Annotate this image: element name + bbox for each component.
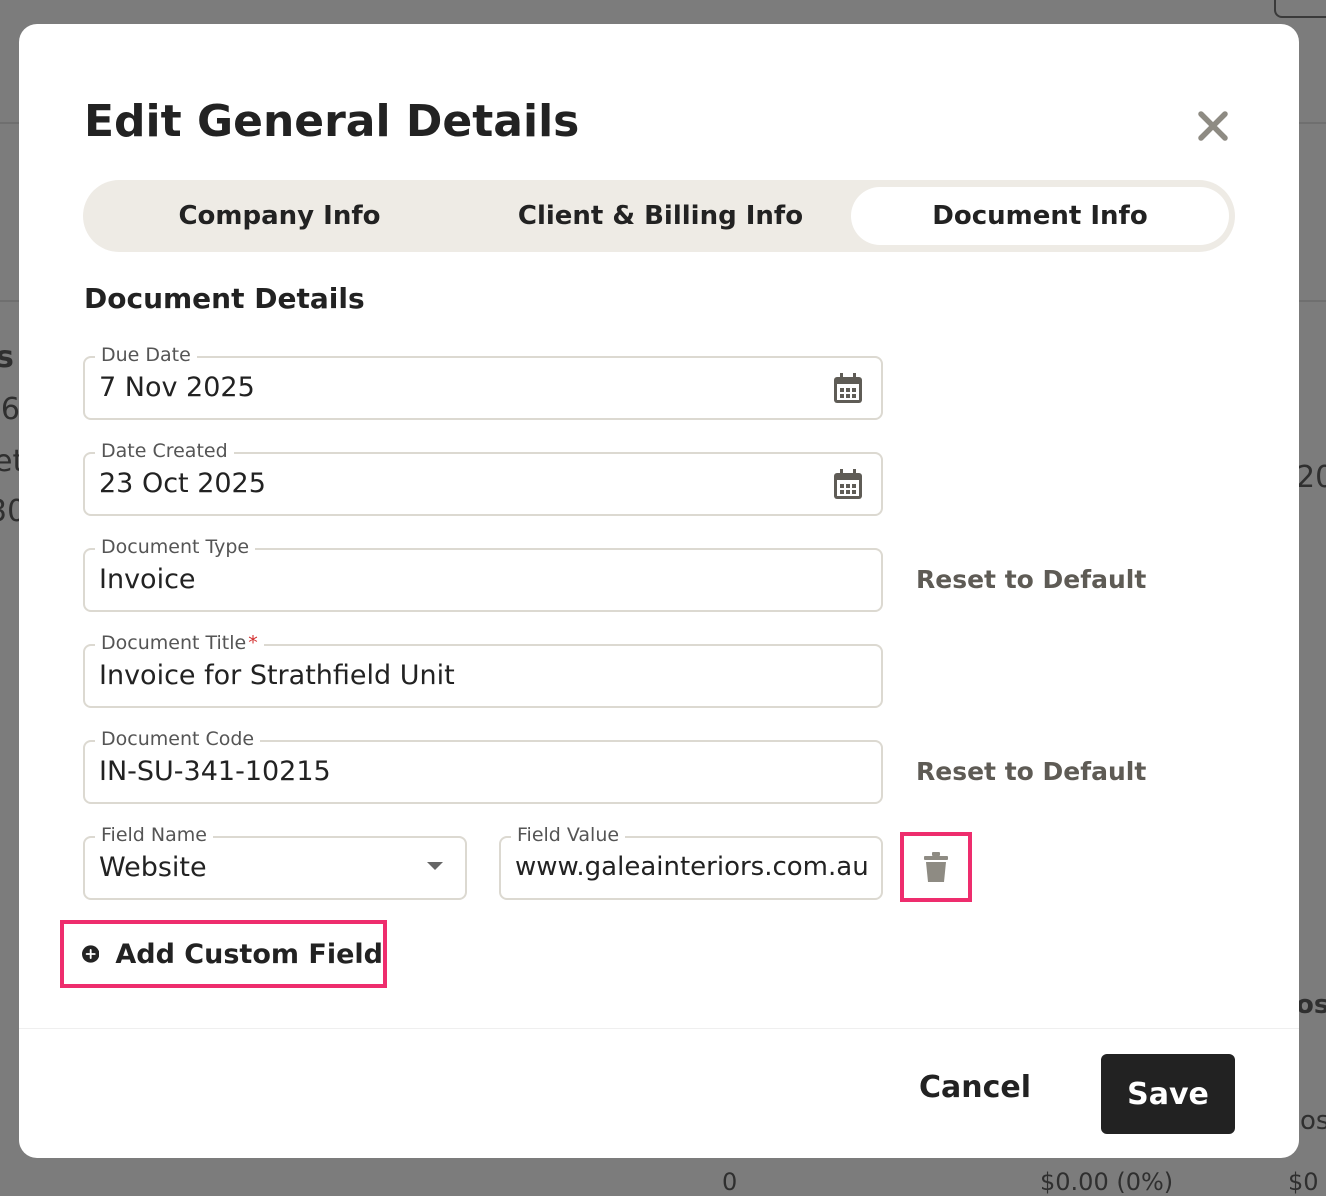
field-name-label: Field Name [95, 824, 213, 846]
reset-document-code-button[interactable]: Reset to Default [916, 757, 1146, 786]
date-created-field[interactable]: Date Created 23 Oct 2025 [83, 440, 883, 516]
chevron-down-icon[interactable] [427, 862, 443, 870]
document-code-field[interactable]: Document Code IN-SU-341-10215 [83, 728, 883, 804]
close-button[interactable] [1191, 104, 1235, 148]
save-button[interactable]: Save [1101, 1054, 1235, 1134]
background-text: -6 [0, 392, 20, 427]
calendar-icon[interactable] [833, 468, 863, 500]
close-icon [1198, 111, 1228, 141]
document-type-field[interactable]: Document Type Invoice [83, 536, 883, 612]
due-date-field[interactable]: Due Date 7 Nov 2025 [83, 344, 883, 420]
field-value-value: www.galeainteriors.com.au [515, 852, 869, 882]
document-title-value: Invoice for Strathfield Unit [99, 660, 455, 691]
background-button-fragment [1274, 0, 1326, 18]
calendar-icon[interactable] [833, 372, 863, 404]
document-type-label: Document Type [95, 536, 256, 558]
document-title-field[interactable]: Document Title * Invoice for Strathfield … [83, 632, 883, 708]
reset-document-type-button[interactable]: Reset to Default [916, 565, 1146, 594]
cancel-button[interactable]: Cancel [919, 1070, 1031, 1105]
delete-custom-field-button[interactable] [900, 832, 972, 902]
field-value-label: Field Value [511, 824, 626, 846]
footer-divider [19, 1028, 1299, 1029]
add-custom-field-button[interactable]: Add Custom Field [60, 920, 387, 988]
tab-document-info[interactable]: Document Info [851, 187, 1229, 245]
document-type-value: Invoice [99, 564, 196, 595]
background-text: ost [1300, 1106, 1326, 1136]
tab-client-billing-info[interactable]: Client & Billing Info [470, 187, 851, 245]
edit-general-details-dialog: Edit General Details Company Info Client… [19, 24, 1299, 1158]
tab-bar: Company Info Client & Billing Info Docum… [83, 180, 1235, 252]
required-marker: * [248, 632, 258, 654]
document-code-value: IN-SU-341-10215 [99, 756, 331, 787]
due-date-value: 7 Nov 2025 [99, 372, 255, 403]
date-created-value: 23 Oct 2025 [99, 468, 266, 499]
field-value-input[interactable]: Field Value www.galeainteriors.com.au [499, 824, 883, 900]
background-text: s [0, 340, 14, 375]
trash-icon [924, 852, 948, 882]
background-text: $0.00 (0%) [1040, 1168, 1174, 1196]
tab-company-info[interactable]: Company Info [89, 187, 470, 245]
document-code-label: Document Code [95, 728, 261, 750]
background-text: ose [1296, 990, 1326, 1020]
document-title-label-text: Document Title [101, 632, 247, 654]
field-name-value: Website [99, 852, 207, 883]
background-text: 20 [1296, 460, 1326, 495]
date-created-label: Date Created [95, 440, 234, 462]
plus-circle-icon [82, 945, 100, 963]
field-name-select[interactable]: Field Name Website [83, 824, 467, 900]
background-text: $0 [1288, 1168, 1319, 1196]
due-date-label: Due Date [95, 344, 197, 366]
document-title-label: Document Title * [95, 632, 264, 654]
add-custom-field-label: Add Custom Field [115, 938, 383, 970]
background-text: 0 [722, 1168, 738, 1196]
section-title: Document Details [84, 282, 365, 315]
dialog-title: Edit General Details [84, 96, 580, 147]
